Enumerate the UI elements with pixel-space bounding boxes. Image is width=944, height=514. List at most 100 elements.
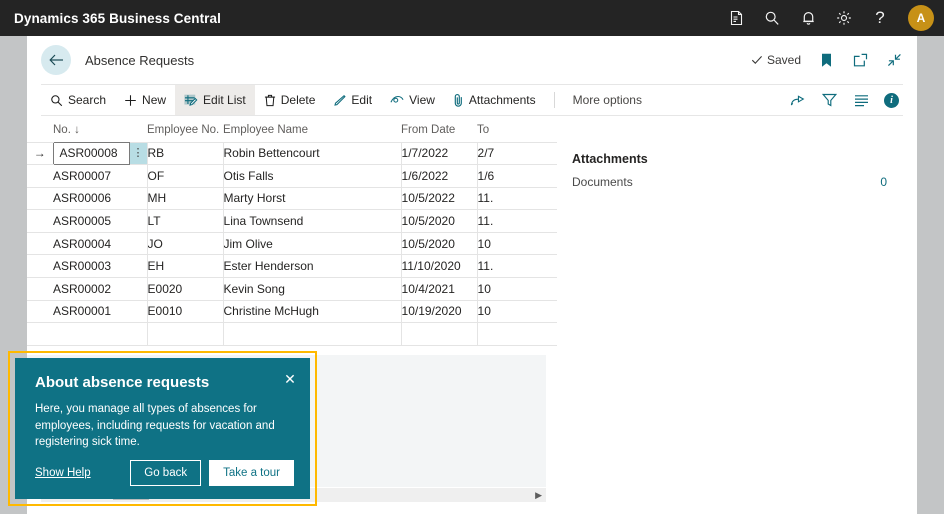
table-row[interactable]: ASR00001 E0010 Christine McHugh 10/19/20…: [27, 300, 557, 323]
cell-no[interactable]: ASR00007: [53, 165, 129, 188]
avatar[interactable]: A: [908, 5, 934, 31]
column-header-employee-no[interactable]: Employee No.: [147, 116, 223, 142]
command-label: Edit: [351, 93, 372, 107]
table-row[interactable]: → ASR00008 ⋮ RB Robin Bettencourt 1/7/20…: [27, 142, 557, 165]
cell-from-date[interactable]: 10/4/2021: [401, 278, 477, 301]
column-header-no[interactable]: No. ↓: [53, 116, 147, 142]
cell-to-date[interactable]: 10: [477, 300, 557, 323]
report-icon[interactable]: [726, 8, 746, 28]
column-header-to-date[interactable]: To: [477, 116, 557, 142]
cell-employee-no[interactable]: [147, 323, 223, 346]
cell-from-date[interactable]: 11/10/2020: [401, 255, 477, 278]
table-row[interactable]: ASR00004 JO Jim Olive 10/5/2020 10: [27, 232, 557, 255]
search-icon: [50, 94, 63, 107]
cell-no[interactable]: ASR00008: [53, 142, 129, 165]
open-in-new-window-icon[interactable]: [851, 51, 869, 69]
collapse-icon[interactable]: [885, 51, 903, 69]
filter-icon[interactable]: [820, 91, 838, 109]
row-menu-icon[interactable]: [129, 300, 147, 323]
settings-gear-icon[interactable]: [834, 8, 854, 28]
row-menu-icon[interactable]: [129, 165, 147, 188]
cell-from-date[interactable]: 10/5/2020: [401, 210, 477, 233]
cell-employee-no[interactable]: E0010: [147, 300, 223, 323]
cell-employee-name[interactable]: Marty Horst: [223, 187, 401, 210]
cell-to-date[interactable]: 11.: [477, 187, 557, 210]
cell-employee-no[interactable]: E0020: [147, 278, 223, 301]
cell-employee-no[interactable]: OF: [147, 165, 223, 188]
search-icon[interactable]: [762, 8, 782, 28]
cell-employee-name[interactable]: Robin Bettencourt: [223, 142, 401, 165]
command-view[interactable]: View: [381, 85, 444, 115]
cell-employee-no[interactable]: JO: [147, 232, 223, 255]
command-edit[interactable]: Edit: [324, 85, 381, 115]
cell-to-date[interactable]: 2/7: [477, 142, 557, 165]
cell-from-date[interactable]: 10/5/2022: [401, 187, 477, 210]
cell-employee-name[interactable]: Jim Olive: [223, 232, 401, 255]
cell-no[interactable]: ASR00006: [53, 187, 129, 210]
column-header-from-date[interactable]: From Date: [401, 116, 477, 142]
row-menu-icon[interactable]: [129, 255, 147, 278]
back-arrow-icon[interactable]: [41, 45, 71, 75]
cell-employee-no[interactable]: LT: [147, 210, 223, 233]
command-delete[interactable]: Delete: [255, 85, 325, 115]
cell-no[interactable]: ASR00003: [53, 255, 129, 278]
cell-no[interactable]: [53, 323, 129, 346]
row-menu-icon[interactable]: ⋮: [129, 142, 147, 165]
bookmark-icon[interactable]: [817, 51, 835, 69]
table-row[interactable]: ASR00005 LT Lina Townsend 10/5/2020 11.: [27, 210, 557, 233]
row-menu-icon[interactable]: [129, 210, 147, 233]
cell-from-date[interactable]: 10/19/2020: [401, 300, 477, 323]
cell-to-date[interactable]: 11.: [477, 210, 557, 233]
command-edit-list[interactable]: Edit List: [175, 85, 255, 115]
cell-employee-name[interactable]: Christine McHugh: [223, 300, 401, 323]
share-icon[interactable]: [788, 91, 806, 109]
row-menu-icon[interactable]: [129, 232, 147, 255]
cell-to-date[interactable]: 1/6: [477, 165, 557, 188]
cell-no[interactable]: ASR00004: [53, 232, 129, 255]
command-label: View: [409, 93, 435, 107]
cell-from-date[interactable]: 1/7/2022: [401, 142, 477, 165]
table-row[interactable]: ASR00003 EH Ester Henderson 11/10/2020 1…: [27, 255, 557, 278]
cell-employee-no[interactable]: EH: [147, 255, 223, 278]
go-back-button[interactable]: Go back: [130, 460, 201, 486]
table-row[interactable]: ASR00002 E0020 Kevin Song 10/4/2021 10: [27, 278, 557, 301]
show-help-link[interactable]: Show Help: [35, 467, 91, 479]
cell-from-date[interactable]: 1/6/2022: [401, 165, 477, 188]
cell-to-date[interactable]: 10: [477, 278, 557, 301]
notifications-bell-icon[interactable]: [798, 8, 818, 28]
row-menu-icon[interactable]: [129, 187, 147, 210]
list-view-icon[interactable]: [852, 91, 870, 109]
table-row[interactable]: ASR00007 OF Otis Falls 1/6/2022 1/6: [27, 165, 557, 188]
cell-employee-name[interactable]: [223, 323, 401, 346]
cell-employee-name[interactable]: Kevin Song: [223, 278, 401, 301]
help-question-icon[interactable]: ?: [870, 8, 890, 28]
command-attachments[interactable]: Attachments: [444, 85, 545, 115]
scroll-right-arrow-icon[interactable]: ▶: [535, 490, 542, 501]
cell-employee-no[interactable]: MH: [147, 187, 223, 210]
row-menu-icon[interactable]: [129, 323, 147, 346]
info-icon[interactable]: i: [884, 93, 899, 108]
cell-no[interactable]: ASR00005: [53, 210, 129, 233]
cell-from-date[interactable]: 10/5/2020: [401, 232, 477, 255]
cell-to-date[interactable]: [477, 323, 557, 346]
column-header-employee-name[interactable]: Employee Name: [223, 116, 401, 142]
cell-from-date[interactable]: [401, 323, 477, 346]
close-icon[interactable]: ✕: [282, 371, 298, 387]
cell-to-date[interactable]: 11.: [477, 255, 557, 278]
table-row[interactable]: ASR00006 MH Marty Horst 10/5/2022 11.: [27, 187, 557, 210]
cell-employee-name[interactable]: Otis Falls: [223, 165, 401, 188]
command-new[interactable]: New: [115, 85, 175, 115]
cell-employee-name[interactable]: Ester Henderson: [223, 255, 401, 278]
table-row-new[interactable]: [27, 323, 557, 346]
cell-no[interactable]: ASR00002: [53, 278, 129, 301]
cell-no[interactable]: ASR00001: [53, 300, 129, 323]
documents-count[interactable]: 0: [880, 175, 887, 189]
take-a-tour-button[interactable]: Take a tour: [209, 460, 294, 486]
cell-employee-name[interactable]: Lina Townsend: [223, 210, 401, 233]
command-more-options[interactable]: More options: [564, 85, 651, 115]
cell-employee-no[interactable]: RB: [147, 142, 223, 165]
app-screen: Dynamics 365 Business Central: [0, 0, 944, 514]
row-menu-icon[interactable]: [129, 278, 147, 301]
cell-to-date[interactable]: 10: [477, 232, 557, 255]
command-search[interactable]: Search: [41, 85, 115, 115]
